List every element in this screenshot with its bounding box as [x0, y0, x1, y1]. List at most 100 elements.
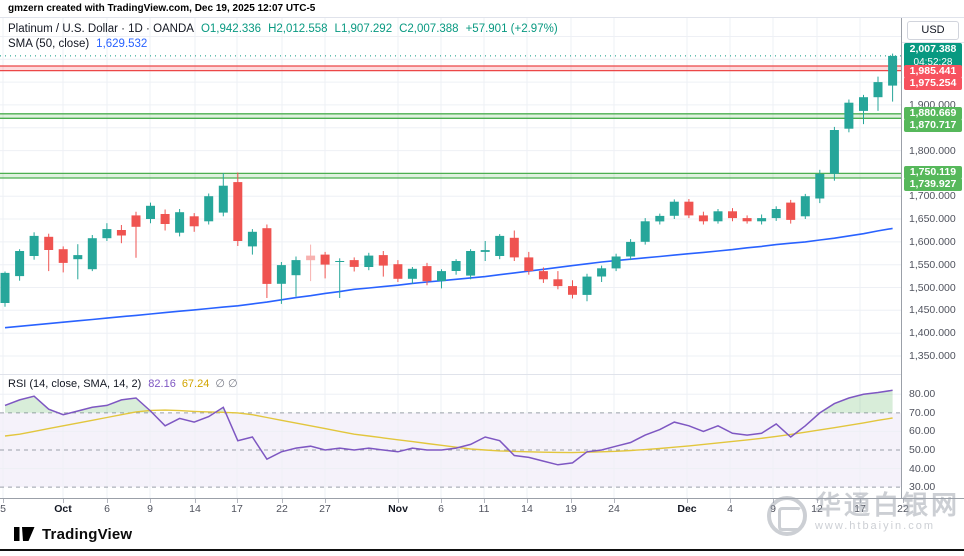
- pane-separator[interactable]: [0, 374, 901, 375]
- candle: [684, 199, 693, 218]
- candle: [801, 194, 810, 219]
- price-tick-label: 1,600.000: [909, 236, 956, 248]
- candle: [1, 272, 10, 307]
- price-tick-label: 1,350.000: [909, 350, 956, 362]
- rsi-value: 82.16: [148, 378, 176, 390]
- candle: [830, 127, 839, 181]
- candle: [699, 212, 708, 225]
- candle: [888, 54, 897, 102]
- attribution-text: gmzern created with TradingView.com, Dec…: [8, 3, 315, 14]
- time-tick-label: 12: [811, 503, 823, 515]
- candle: [626, 239, 635, 260]
- time-tick-label: 14: [189, 503, 201, 515]
- price-tick-label: 1,500.000: [909, 282, 956, 294]
- resistance-zone[interactable]: [0, 66, 901, 71]
- candle: [277, 262, 286, 304]
- time-tick-label: 6: [438, 503, 444, 515]
- candle: [59, 246, 68, 272]
- candle: [350, 257, 359, 271]
- candle: [175, 209, 184, 236]
- price-axis[interactable]: USD 1,900.0001,800.0001,700.0001,650.000…: [901, 18, 964, 518]
- time-tick-label: 4: [727, 503, 733, 515]
- rsi-legend[interactable]: RSI (14, close, SMA, 14, 2)82.1667.24∅ ∅: [8, 377, 238, 390]
- candle: [757, 215, 766, 225]
- sma-value: 1,629.532: [96, 38, 147, 50]
- sma50-line[interactable]: [5, 228, 893, 327]
- time-tick-label: 5: [0, 503, 6, 515]
- tradingview-logo[interactable]: TradingView: [14, 524, 132, 544]
- candles: [1, 54, 898, 307]
- candle: [219, 173, 228, 216]
- time-tick-label: 24: [608, 503, 620, 515]
- price-tick-label: 1,650.000: [909, 213, 956, 225]
- candle: [306, 245, 315, 282]
- candle: [204, 194, 213, 225]
- time-tick-label: 9: [147, 503, 153, 515]
- rsi-pane[interactable]: [0, 374, 901, 498]
- rsi-hidden-values: ∅ ∅: [215, 378, 237, 390]
- level-price-badge: 1,870.717: [904, 119, 962, 132]
- candle: [292, 257, 301, 297]
- candle: [437, 269, 446, 288]
- time-tick-label: 19: [565, 503, 577, 515]
- candle: [73, 244, 82, 279]
- candle: [190, 213, 199, 232]
- time-tick-label: 11: [479, 503, 490, 515]
- symbol-title[interactable]: Platinum / U.S. Dollar · 1D · OANDA: [8, 23, 194, 35]
- footer-divider-line: [0, 549, 964, 551]
- candle: [248, 229, 257, 255]
- rsi-tick-label: 70.00: [909, 407, 935, 419]
- chart-area: Platinum / U.S. Dollar · 1D · OANDA O1,94…: [0, 17, 964, 517]
- support-zone[interactable]: [0, 114, 901, 119]
- candle: [641, 218, 650, 245]
- candle: [233, 173, 242, 247]
- candle: [481, 241, 490, 261]
- candle: [452, 259, 461, 275]
- sma-legend[interactable]: SMA (50, close) 1,629.532: [8, 38, 147, 50]
- time-tick-label: 17: [854, 503, 866, 515]
- candle: [510, 231, 519, 262]
- candle: [262, 225, 271, 299]
- rsi-tick-label: 60.00: [909, 425, 935, 437]
- time-tick-label: 17: [231, 503, 243, 515]
- candle: [655, 214, 664, 225]
- candle: [393, 260, 402, 282]
- high-value: H2,012.558: [268, 23, 327, 35]
- currency-button[interactable]: USD: [907, 21, 959, 40]
- support-zone[interactable]: [0, 173, 901, 178]
- candle: [161, 210, 170, 231]
- close-value: C2,007.388: [399, 23, 458, 35]
- change-value: +57.901 (+2.97%): [466, 23, 558, 35]
- candle: [379, 251, 388, 277]
- candle: [408, 267, 417, 284]
- candle: [743, 215, 752, 223]
- price-tick-label: 1,450.000: [909, 304, 956, 316]
- time-tick-label: 14: [521, 503, 533, 515]
- price-tick-label: 1,700.000: [909, 190, 956, 202]
- candle: [583, 274, 592, 301]
- time-tick-label: Oct: [54, 503, 72, 515]
- sma-label: SMA (50, close): [8, 38, 89, 50]
- tradingview-screenshot: { "attribution": "gmzern created with Tr…: [0, 0, 964, 556]
- footer-bar: TradingView: [0, 517, 964, 556]
- time-axis[interactable]: 5Oct6914172227Nov611141924Dec49121722: [0, 498, 964, 518]
- candle: [844, 100, 853, 133]
- candle: [815, 170, 824, 203]
- time-tick-label: 6: [104, 503, 110, 515]
- candle: [15, 249, 24, 281]
- candle: [132, 212, 141, 258]
- open-value: O1,942.336: [201, 23, 261, 35]
- time-tick-label: Nov: [388, 503, 408, 515]
- candle: [568, 280, 577, 298]
- tradingview-logo-icon: [14, 524, 35, 544]
- candle: [102, 223, 111, 241]
- candle: [714, 209, 723, 224]
- symbol-legend[interactable]: Platinum / U.S. Dollar · 1D · OANDA O1,94…: [8, 23, 558, 35]
- time-tick-label: 9: [770, 503, 776, 515]
- level-price-badge: 1,739.927: [904, 178, 962, 191]
- price-tick-label: 1,800.000: [909, 145, 956, 157]
- time-tick-label: 22: [897, 503, 909, 515]
- time-tick-label: Dec: [677, 503, 696, 515]
- candle: [146, 203, 155, 224]
- main-price-pane[interactable]: [0, 18, 901, 374]
